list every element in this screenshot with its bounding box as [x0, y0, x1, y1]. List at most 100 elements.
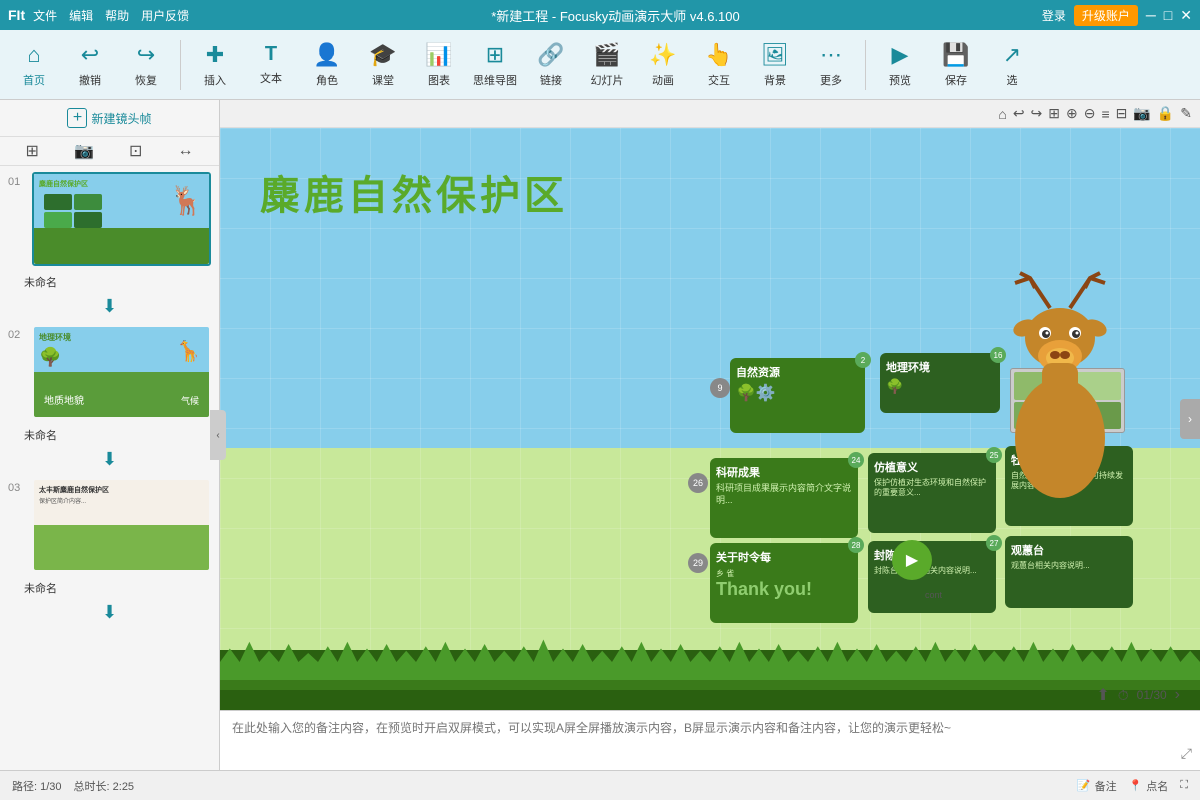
toolbar: ⌂ 首页 ↩ 撤销 ↪ 恢复 ✚ 插入 T 文本 👤 角色 🎓 课堂 📊 图表 …	[0, 30, 1200, 100]
minimize-button[interactable]: ─	[1146, 7, 1156, 24]
toolbar-select-label: 选	[1007, 72, 1018, 88]
main-canvas[interactable]: 麋鹿自然保护区 9 2 自然资源 🌳⚙️ 16 地理环境 🌳	[220, 128, 1200, 710]
toolbar-redo[interactable]: ↪ 恢复	[120, 35, 172, 95]
badge-24: 24	[848, 452, 864, 468]
more-icon: ⋯	[820, 42, 842, 68]
notes-expand-icon[interactable]: ⤢	[1181, 745, 1192, 762]
notes-input[interactable]	[232, 719, 1188, 762]
right-collapse-arrow[interactable]: ›	[1180, 399, 1200, 439]
canvas-nav-page: 01/30	[1137, 688, 1167, 702]
move-tool[interactable]: ↔	[177, 142, 193, 160]
copy-frame-tool[interactable]: ⊞	[26, 141, 39, 161]
close-button[interactable]: ✕	[1180, 7, 1192, 24]
frame-canvas-icon[interactable]: ⊞	[1048, 105, 1060, 122]
thumb-text-3: 保护区简介内容...	[39, 498, 204, 506]
notes-btn[interactable]: 📝 备注	[1077, 778, 1117, 794]
select-icon: ↗	[1003, 42, 1021, 68]
thank-you-text: Thank you!	[716, 579, 852, 600]
menu-feedback[interactable]: 用户反馈	[141, 7, 189, 24]
toolbar-home[interactable]: ⌂ 首页	[8, 35, 60, 95]
node-badge-9: 9	[710, 378, 730, 398]
toolbar-save[interactable]: 💾 保存	[930, 35, 982, 95]
toolbar-preview[interactable]: ▶ 预览	[874, 35, 926, 95]
slide-thumb-1[interactable]: 麋鹿自然保护区 🦌	[32, 172, 211, 266]
distribute-icon[interactable]: ⊟	[1116, 105, 1128, 122]
animation-icon: ✨	[649, 42, 676, 68]
play-button[interactable]: ▶	[892, 540, 932, 580]
dotname-btn[interactable]: 📍 点名	[1129, 778, 1169, 794]
node-research[interactable]: 24 科研成果 科研项目成果展示内容简介文字说明...	[710, 458, 858, 538]
zoom-in-icon[interactable]: ⊕	[1066, 105, 1078, 122]
slide-thumb-2[interactable]: 地理环境 🌳 🦒 地质地貌 气候	[32, 325, 211, 419]
toolbar-character[interactable]: 👤 角色	[301, 35, 353, 95]
new-frame-button[interactable]: + 新建镜头帧	[0, 100, 219, 137]
canvas-nav-timer[interactable]: ⏱	[1118, 687, 1129, 704]
toolbar-chart[interactable]: 📊 图表	[413, 35, 465, 95]
toolbar-classroom-label: 课堂	[372, 72, 394, 88]
redo-canvas-icon[interactable]: ↪	[1031, 105, 1043, 122]
slide-transition-3: ⬇	[0, 600, 219, 625]
slide-thumb-3[interactable]: 太丰斯麋鹿自然保护区 保护区简介内容...	[32, 478, 211, 572]
slide-item-1[interactable]: 01 麋鹿自然保护区 🦌	[0, 166, 219, 272]
preview-icon: ▶	[892, 42, 909, 68]
toolbar-background-label: 背景	[764, 72, 786, 88]
toolbar-slideshow[interactable]: 🎬 幻灯片	[581, 35, 633, 95]
node-platform[interactable]: 27 封陈台 封陈台观测站相关内容说明...	[868, 541, 996, 613]
canvas-nav-next[interactable]: ›	[1175, 686, 1180, 704]
menu-file[interactable]: 文件	[33, 7, 57, 24]
canvas-nav-share[interactable]: ⬆	[1096, 685, 1109, 705]
slide-label-3: 未命名	[0, 578, 219, 600]
toolbar-preview-label: 预览	[889, 72, 911, 88]
canvas-main-title: 麋鹿自然保护区	[260, 163, 568, 221]
node-natural-resources[interactable]: 2 自然资源 🌳⚙️	[730, 358, 865, 433]
home-canvas-icon[interactable]: ⌂	[998, 106, 1006, 122]
toolbar-classroom[interactable]: 🎓 课堂	[357, 35, 409, 95]
toolbar-text[interactable]: T 文本	[245, 35, 297, 95]
new-frame-label: 新建镜头帧	[91, 110, 151, 127]
transition-icon-1: ⬇	[102, 296, 117, 316]
mini-box-3	[44, 212, 72, 228]
slide-item-2[interactable]: 02 地理环境 🌳 🦒 地质地貌 气候	[0, 319, 219, 425]
align-icon[interactable]: ≡	[1101, 106, 1109, 122]
slide-item-3[interactable]: 03 太丰斯麋鹿自然保护区 保护区简介内容...	[0, 472, 219, 578]
interact-icon: 👆	[705, 42, 732, 68]
fullscreen-btn[interactable]: ⛶	[1180, 779, 1188, 792]
dotname-label: 点名	[1146, 778, 1168, 794]
toolbar-insert[interactable]: ✚ 插入	[189, 35, 241, 95]
toolbar-select[interactable]: ↗ 选	[986, 35, 1038, 95]
menu-help[interactable]: 帮助	[105, 7, 129, 24]
maximize-button[interactable]: □	[1164, 7, 1172, 24]
toolbar-undo[interactable]: ↩ 撤销	[64, 35, 116, 95]
toolbar-mindmap[interactable]: ⊞ 思维导图	[469, 35, 521, 95]
edit-canvas-icon[interactable]: ✎	[1180, 105, 1192, 122]
menu-edit[interactable]: 编辑	[69, 7, 93, 24]
toolbar-mindmap-label: 思维导图	[473, 72, 517, 88]
fit-tool[interactable]: ⊡	[129, 141, 142, 161]
status-path: 路径: 1/30	[12, 778, 62, 794]
toolbar-interact[interactable]: 👆 交互	[693, 35, 745, 95]
thumb-content-3: 太丰斯麋鹿自然保护区 保护区简介内容...	[34, 480, 209, 511]
login-button[interactable]: 登录	[1042, 7, 1066, 24]
camera-tool[interactable]: 📷	[74, 141, 94, 161]
tree-icon-nr: 🌳⚙️	[736, 383, 859, 403]
redo-icon: ↪	[137, 42, 155, 68]
toolbar-link[interactable]: 🔗 链接	[525, 35, 577, 95]
upgrade-button[interactable]: 升级账户	[1074, 5, 1138, 26]
slide-number-1: 01	[8, 172, 26, 188]
undo-canvas-icon[interactable]: ↩	[1013, 105, 1025, 122]
toolbar-animation[interactable]: ✨ 动画	[637, 35, 689, 95]
link-icon: 🔗	[537, 42, 564, 68]
toolbar-text-label: 文本	[260, 70, 282, 86]
canvas-bottom-nav: ⬆ ⏱ 01/30 ›	[1096, 685, 1180, 705]
slide-thumb-inner-2: 地理环境 🌳 🦒 地质地貌 气候	[34, 327, 209, 417]
canvas-area: ⌂ ↩ ↪ ⊞ ⊕ ⊖ ≡ ⊟ 📷 🔒 ✎ 麋鹿自然保护区 9 2	[220, 100, 1200, 770]
node-sea-title: 关于时令每	[716, 549, 852, 565]
toolbar-background[interactable]: 🖼 背景	[749, 35, 801, 95]
slide-panel: + 新建镜头帧 ⊞ 📷 ⊡ ↔ 01 麋鹿自然保护区	[0, 100, 220, 770]
toolbar-more[interactable]: ⋯ 更多	[805, 35, 857, 95]
panel-collapse-button[interactable]: ‹	[210, 410, 226, 460]
zoom-out-icon[interactable]: ⊖	[1084, 105, 1096, 122]
badge-2: 2	[855, 352, 871, 368]
lock-icon[interactable]: 🔒	[1157, 105, 1174, 122]
camera-canvas-icon[interactable]: 📷	[1133, 105, 1150, 122]
